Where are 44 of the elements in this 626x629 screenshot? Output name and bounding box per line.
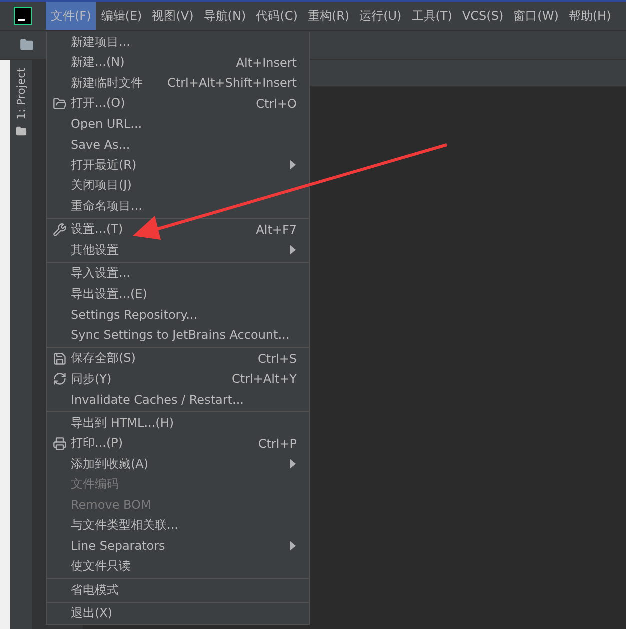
menu-item[interactable]: Save As...	[47, 134, 309, 155]
menu-item[interactable]: 退出(X)	[47, 604, 309, 624]
menu-title[interactable]: 运行(U)	[354, 2, 407, 30]
menu-title[interactable]: VCS(S)	[457, 2, 509, 30]
save-icon	[53, 352, 67, 366]
menu-item[interactable]: 保存全部(S) Ctrl+S	[47, 348, 309, 369]
menu-item[interactable]: 省电模式	[47, 580, 309, 600]
menu-item[interactable]: Open URL...	[47, 114, 309, 134]
menu-item[interactable]: 导入设置...	[47, 264, 309, 284]
menu-item[interactable]: Invalidate Caches / Restart...	[47, 390, 309, 410]
menu-title[interactable]: 重构(R)	[302, 2, 355, 30]
menu-item[interactable]: Settings Repository...	[47, 304, 309, 325]
menu-item[interactable]: 重命名项目...	[47, 196, 309, 216]
menu-title[interactable]: 导航(N)	[198, 2, 252, 30]
menu-item[interactable]: 导出到 HTML...(H)	[47, 413, 309, 434]
menu-title[interactable]: 工具(T)	[406, 2, 458, 30]
menu-item[interactable]: 关闭项目(J)	[47, 176, 309, 196]
printer-icon	[53, 436, 67, 451]
menu-title[interactable]: 帮助(H)	[564, 2, 616, 30]
menu-item[interactable]: 新建临时文件 Ctrl+Alt+Shift+Insert	[47, 73, 309, 94]
menu-title[interactable]: 代码(C)	[251, 2, 303, 30]
project-tab[interactable]: 1: Project	[14, 68, 28, 120]
menu-title[interactable]: 窗口(W)	[508, 2, 564, 30]
folder-icon	[20, 38, 34, 52]
menu-item[interactable]: 同步(Y) Ctrl+Alt+Y	[47, 369, 309, 390]
sync-icon	[53, 372, 67, 386]
menu-item[interactable]: 打开最近(R)	[47, 155, 309, 176]
menu-item[interactable]: 打印...(P) Ctrl+P	[47, 434, 309, 454]
wrench-icon	[53, 222, 67, 237]
folder-open-icon	[53, 96, 67, 111]
app-logo-icon	[14, 7, 32, 25]
menu-item[interactable]: 使文件只读	[47, 556, 309, 577]
menu-item[interactable]: 设置...(T) Alt+F7	[47, 220, 309, 240]
menu-item[interactable]: 打开...(O) Ctrl+O	[47, 94, 309, 114]
menu-item[interactable]: 添加到收藏(A)	[47, 454, 309, 474]
menu-item[interactable]: 新建...(N) Alt+Insert	[47, 52, 309, 73]
menu-item[interactable]: Sync Settings to JetBrains Account...	[47, 325, 309, 346]
menu-item[interactable]: 其他设置	[47, 240, 309, 260]
menu-title[interactable]: 编辑(E)	[96, 2, 148, 30]
menu-item[interactable]: Line Separators	[47, 536, 309, 556]
menu-item[interactable]: 导出设置...(E)	[47, 284, 309, 304]
menu-item[interactable]: 与文件类型相关联...	[47, 516, 309, 536]
menu-title[interactable]: 视图(V)	[147, 2, 199, 30]
folder-icon	[16, 126, 26, 137]
